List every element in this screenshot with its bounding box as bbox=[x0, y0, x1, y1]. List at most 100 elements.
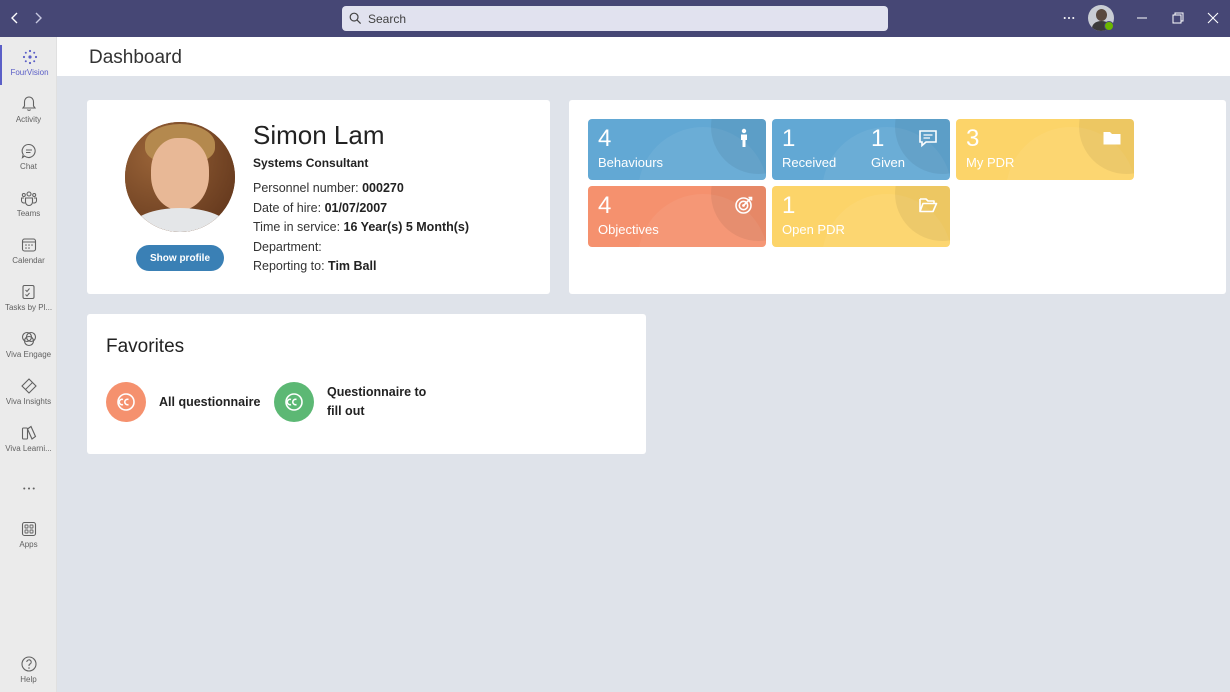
personnel-number-row: Personnel number: 000270 bbox=[253, 181, 404, 195]
reporting-to-row: Reporting to: Tim Ball bbox=[253, 259, 376, 273]
field-label: Department: bbox=[253, 240, 322, 254]
more-options-icon[interactable] bbox=[1059, 8, 1079, 28]
viva-learning-icon bbox=[21, 425, 36, 440]
rail-label: Viva Learni... bbox=[5, 444, 52, 453]
close-icon[interactable] bbox=[1203, 8, 1223, 28]
date-of-hire-row: Date of hire: 01/07/2007 bbox=[253, 201, 387, 215]
given-count: 1 bbox=[871, 125, 885, 152]
field-value: 16 Year(s) 5 Month(s) bbox=[343, 220, 470, 234]
presence-available-icon bbox=[1104, 21, 1114, 31]
rail-item-viva-insights[interactable]: Viva Insights bbox=[0, 374, 57, 414]
folder-open-icon bbox=[919, 198, 938, 213]
rail-label: Tasks by Pl... bbox=[4, 303, 53, 312]
apps-icon bbox=[21, 521, 36, 537]
field-label: Date of hire: bbox=[253, 201, 325, 215]
behaviours-count: 4 bbox=[598, 125, 612, 152]
rail-label: Apps bbox=[19, 540, 38, 549]
my-pdr-tile[interactable]: 3 My PDR bbox=[956, 119, 1134, 180]
field-value: 000270 bbox=[362, 181, 404, 195]
forward-arrow-icon[interactable] bbox=[29, 9, 47, 27]
questionnaire-to-fill-out-button[interactable] bbox=[274, 382, 314, 422]
field-value: 01/07/2007 bbox=[324, 201, 388, 215]
open-pdr-count: 1 bbox=[782, 192, 796, 219]
rail-item-activity[interactable]: Activity bbox=[0, 92, 57, 132]
objectives-label: Objectives bbox=[598, 222, 659, 237]
title-bar bbox=[0, 0, 1230, 37]
favorites-title: Favorites bbox=[106, 336, 185, 357]
behaviours-tile[interactable]: 4 Behaviours bbox=[588, 119, 766, 180]
page-title: Dashboard bbox=[89, 47, 182, 68]
open-pdr-label: Open PDR bbox=[782, 222, 845, 237]
rail-item-teams[interactable]: Teams bbox=[0, 186, 57, 226]
given-label: Given bbox=[871, 155, 905, 170]
search-box[interactable] bbox=[342, 6, 888, 31]
objectives-count: 4 bbox=[598, 192, 612, 219]
folder-icon bbox=[1103, 132, 1121, 145]
fourvision-icon bbox=[22, 49, 37, 65]
bell-icon bbox=[21, 96, 36, 111]
department-row: Department: bbox=[253, 240, 322, 254]
rail-more-apps[interactable] bbox=[0, 477, 57, 497]
rail-item-viva-engage[interactable]: Viva Engage bbox=[0, 327, 57, 367]
teams-icon bbox=[20, 191, 37, 207]
received-count: 1 bbox=[782, 125, 796, 152]
calendar-icon bbox=[21, 238, 36, 252]
show-profile-button[interactable]: Show profile bbox=[136, 245, 224, 271]
rail-item-apps[interactable]: Apps bbox=[0, 517, 57, 557]
favorites-card: Favorites All questionnaire Questionnair… bbox=[87, 314, 646, 454]
page-header: Dashboard bbox=[57, 37, 1230, 76]
rail-label: Viva Engage bbox=[5, 350, 52, 359]
rail-label: Teams bbox=[16, 209, 41, 218]
rail-item-fourvision[interactable]: FourVision bbox=[0, 45, 57, 85]
profile-card: Show profile Simon Lam Systems Consultan… bbox=[87, 100, 550, 294]
more-horizontal-icon bbox=[22, 487, 35, 490]
search-input[interactable] bbox=[368, 11, 868, 26]
restore-icon[interactable] bbox=[1168, 8, 1188, 28]
rail-label: Chat bbox=[20, 162, 37, 171]
rail-label: Help bbox=[20, 675, 37, 684]
rail-label: Calendar bbox=[12, 256, 45, 265]
open-pdr-tile[interactable]: 1 Open PDR bbox=[772, 186, 950, 247]
my-pdr-label: My PDR bbox=[966, 155, 1015, 170]
field-label: Reporting to: bbox=[253, 259, 329, 273]
app-rail: FourVision Activity Chat Teams Calendar … bbox=[0, 37, 57, 692]
my-pdr-count: 3 bbox=[966, 125, 980, 152]
field-label: Personnel number: bbox=[253, 181, 363, 195]
feedback-tile[interactable]: 1 Received 1 Given bbox=[772, 119, 950, 180]
comment-icon bbox=[919, 130, 937, 148]
rail-item-help[interactable]: Help bbox=[0, 652, 57, 692]
questionnaire-icon bbox=[285, 393, 303, 411]
rail-label: Activity bbox=[15, 115, 42, 124]
target-icon bbox=[735, 196, 753, 214]
questionnaire-to-fill-out-label[interactable]: Questionnaire to fill out bbox=[327, 383, 426, 421]
all-questionnaire-button[interactable] bbox=[106, 382, 146, 422]
viva-insights-icon bbox=[20, 378, 37, 394]
behaviours-label: Behaviours bbox=[598, 155, 664, 170]
viva-engage-icon bbox=[21, 331, 36, 347]
time-in-service-row: Time in service: 16 Year(s) 5 Month(s) bbox=[253, 220, 469, 234]
rail-label: FourVision bbox=[10, 68, 49, 77]
job-title: Systems Consultant bbox=[253, 156, 369, 170]
label-line: Questionnaire to bbox=[327, 385, 427, 399]
questionnaire-icon bbox=[117, 393, 135, 411]
rail-item-calendar[interactable]: Calendar bbox=[0, 233, 57, 273]
rail-item-tasks[interactable]: Tasks by Pl... bbox=[0, 280, 57, 320]
tasks-icon bbox=[21, 284, 35, 300]
objectives-tile[interactable]: 4 Objectives bbox=[588, 186, 766, 247]
rail-item-chat[interactable]: Chat bbox=[0, 139, 57, 179]
rail-label: Viva Insights bbox=[5, 397, 52, 406]
back-arrow-icon[interactable] bbox=[6, 9, 24, 27]
minimize-icon[interactable] bbox=[1132, 8, 1152, 28]
label-line: fill out bbox=[327, 404, 365, 418]
rail-item-viva-learning[interactable]: Viva Learni... bbox=[0, 421, 57, 461]
person-icon bbox=[741, 128, 747, 147]
received-label: Received bbox=[782, 155, 837, 170]
field-label: Time in service: bbox=[253, 220, 344, 234]
summary-tiles-card: 4 Behaviours 1 Received 1 Given 3 My PDR… bbox=[569, 100, 1226, 294]
help-icon bbox=[20, 656, 37, 672]
chat-icon bbox=[21, 143, 36, 159]
profile-photo bbox=[125, 122, 235, 232]
search-icon bbox=[349, 12, 362, 25]
all-questionnaire-label[interactable]: All questionnaire bbox=[159, 393, 260, 412]
employee-name: Simon Lam bbox=[253, 120, 385, 150]
